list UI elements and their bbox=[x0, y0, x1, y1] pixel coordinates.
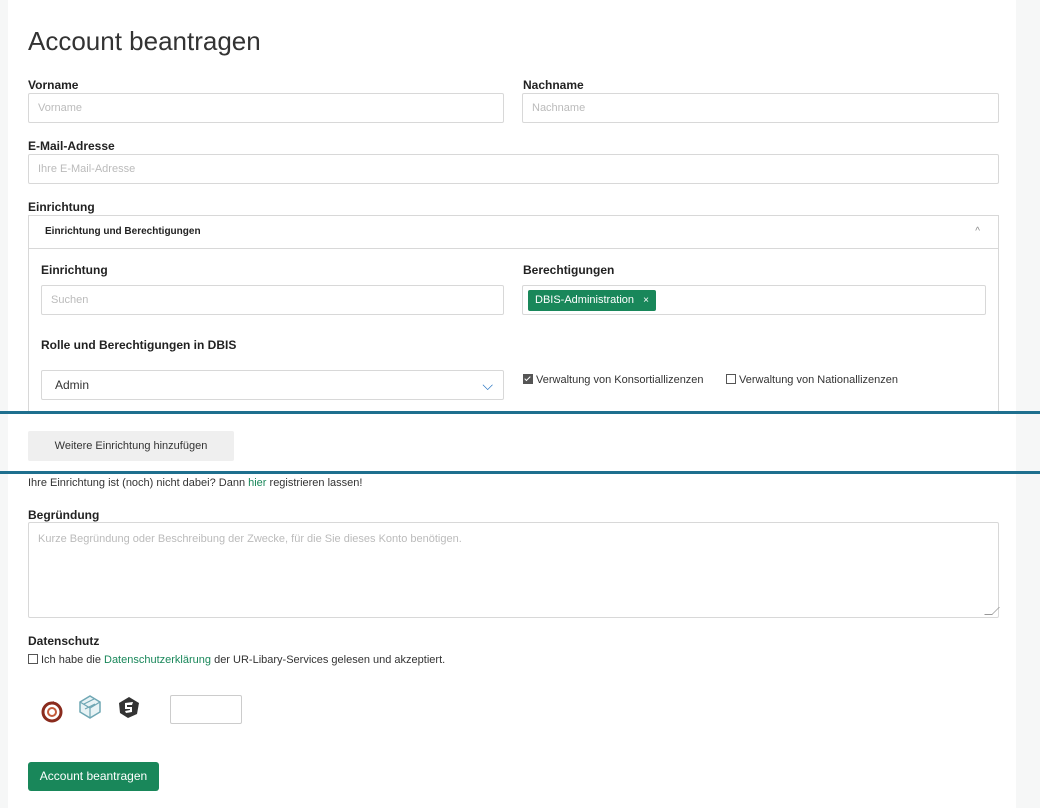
email-label: E-Mail-Adresse bbox=[28, 139, 115, 153]
nationallizenzen-option[interactable]: Verwaltung von Nationallizenzen bbox=[726, 374, 898, 386]
vorname-label: Vorname bbox=[28, 78, 79, 92]
konsortiallizenzen-label: Verwaltung von Konsortiallizenzen bbox=[536, 374, 704, 386]
chevron-up-icon[interactable]: ^ bbox=[975, 226, 980, 237]
konsortiallizenzen-checkbox[interactable] bbox=[523, 374, 533, 385]
overlay-line-top bbox=[0, 411, 1040, 414]
overlay-line-bottom bbox=[0, 471, 1040, 474]
datenschutz-consent: Ich habe die Datenschutzerklärung der UR… bbox=[28, 654, 445, 666]
begruendung-placeholder: Kurze Begründung oder Beschreibung der Z… bbox=[38, 533, 462, 545]
register-note-text-end: registrieren lassen! bbox=[266, 477, 363, 489]
nachname-input[interactable]: Nachname bbox=[522, 93, 999, 123]
consent-text-end: der UR-Libary-Services gelesen und akzep… bbox=[211, 654, 446, 666]
datenschutz-link[interactable]: Datenschutzerklärung bbox=[104, 654, 211, 666]
resize-handle-icon[interactable] bbox=[984, 607, 1000, 615]
einrichtung-search-input[interactable]: Suchen bbox=[41, 285, 504, 315]
begruendung-label: Begründung bbox=[28, 508, 100, 522]
nachname-label: Nachname bbox=[523, 78, 584, 92]
berechtigung-tag: DBIS-Administration × bbox=[528, 290, 656, 311]
captcha-glyph-3-icon bbox=[116, 694, 142, 720]
berechtigungen-label: Berechtigungen bbox=[523, 263, 615, 277]
konsortiallizenzen-option[interactable]: Verwaltung von Konsortiallizenzen bbox=[523, 374, 704, 386]
tag-remove-icon[interactable]: × bbox=[643, 295, 649, 306]
consent-text: Ich habe die bbox=[41, 654, 104, 666]
datenschutz-checkbox[interactable] bbox=[28, 654, 38, 665]
register-note-text: Ihre Einrichtung ist (noch) nicht dabei?… bbox=[28, 477, 249, 489]
chevron-down-icon: ⌵ bbox=[482, 377, 493, 393]
panel-title: Einrichtung und Berechtigungen bbox=[45, 226, 201, 237]
captcha-glyph-2-icon bbox=[76, 692, 104, 720]
nationallizenzen-checkbox[interactable] bbox=[726, 374, 736, 385]
tag-label: DBIS-Administration bbox=[535, 294, 635, 306]
panel-header[interactable]: Einrichtung und Berechtigungen ^ bbox=[29, 216, 998, 249]
rolle-value: Admin bbox=[55, 378, 90, 392]
nationallizenzen-label: Verwaltung von Nationallizenzen bbox=[739, 374, 898, 386]
rolle-select[interactable]: Admin ⌵ bbox=[41, 370, 504, 400]
submit-button[interactable]: Account beantragen bbox=[28, 762, 159, 791]
einrichtung-label: Einrichtung bbox=[41, 263, 108, 277]
register-link[interactable]: hier bbox=[248, 477, 266, 489]
einrichtung-section-label: Einrichtung bbox=[28, 200, 95, 214]
register-note: Ihre Einrichtung ist (noch) nicht dabei?… bbox=[28, 477, 362, 489]
captcha-glyph-1-icon bbox=[40, 699, 64, 723]
begruendung-textarea[interactable]: Kurze Begründung oder Beschreibung der Z… bbox=[28, 522, 1000, 618]
email-input[interactable]: Ihre E-Mail-Adresse bbox=[28, 154, 999, 184]
rolle-label: Rolle und Berechtigungen in DBIS bbox=[41, 338, 237, 352]
datenschutz-label: Datenschutz bbox=[28, 634, 100, 648]
add-einrichtung-button[interactable]: Weitere Einrichtung hinzufügen bbox=[28, 431, 234, 461]
captcha-input[interactable] bbox=[170, 695, 242, 724]
page-title: Account beantragen bbox=[28, 26, 261, 56]
vorname-input[interactable]: Vorname bbox=[28, 93, 504, 123]
